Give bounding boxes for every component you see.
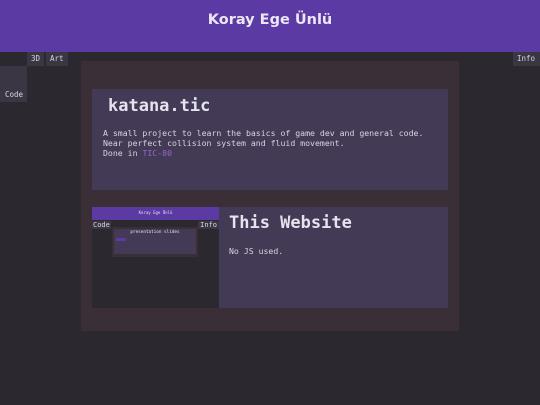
nav-code-label: Code <box>5 90 24 99</box>
nav-art-button[interactable]: Art <box>46 52 68 66</box>
thumbnail-info-label: Info <box>198 221 219 229</box>
project-title-katana: katana.tic <box>108 96 211 116</box>
tic80-link[interactable]: TIC-80 <box>142 148 172 158</box>
description-line-2: Near perfect collision system and fluid … <box>103 137 345 148</box>
thumbnail-inner-link <box>116 238 126 241</box>
project-title-website: This Website <box>229 213 352 233</box>
thumbnail-title: Koray Ege Ünlü <box>138 210 173 215</box>
description-line-1: A small project to learn the basics of g… <box>103 128 424 138</box>
site-header: Koray Ege Ünlü <box>0 0 540 52</box>
project-description-katana: A small project to learn the basics of g… <box>103 128 424 158</box>
nav-code-button[interactable]: Code <box>0 66 27 102</box>
thumbnail-code-label: Code <box>92 221 111 229</box>
project-description-website: No JS used. <box>229 246 284 256</box>
website-thumbnail[interactable]: Koray Ege Ünlü Code Info <box>92 207 219 308</box>
done-prefix: Done in <box>103 147 143 158</box>
thumbnail-inner-text: presentation slides <box>130 230 180 235</box>
nav-3d-button[interactable]: 3D <box>27 52 45 66</box>
site-title: Koray Ege Ünlü <box>207 12 333 28</box>
nav-info-button[interactable]: Info <box>513 52 540 66</box>
